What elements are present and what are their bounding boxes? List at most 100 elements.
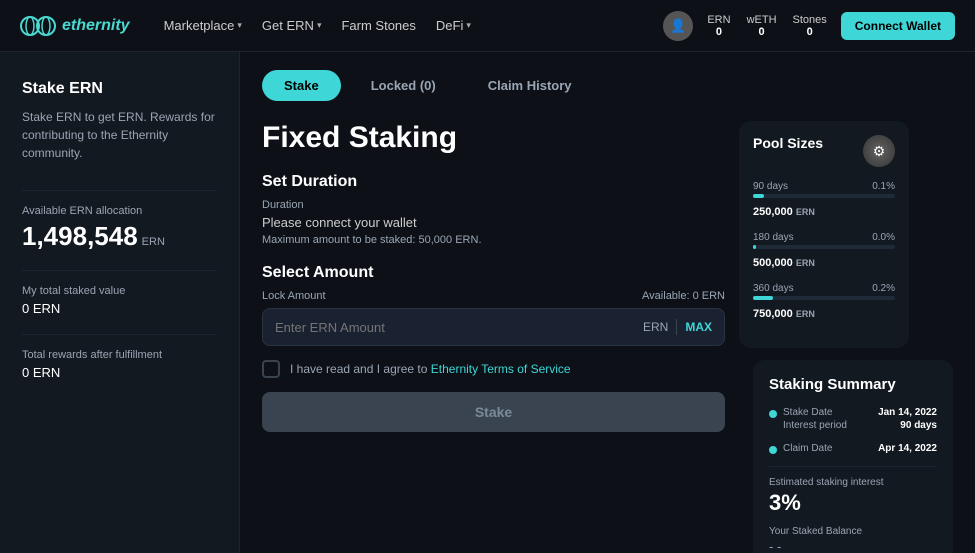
pool-item-360: 360 days 0.2% 750,000 ERN <box>753 283 895 322</box>
logo-text: ethernity <box>62 17 130 35</box>
claim-date-value: Apr 14, 2022 <box>878 443 937 454</box>
set-duration-section: Set Duration Duration Please connect you… <box>262 173 725 246</box>
vertical-divider <box>676 319 677 335</box>
claim-date-label: Claim Date <box>783 443 832 454</box>
summary-divider <box>769 466 937 467</box>
rewards-section: Total rewards after fulfillment 0 ERN <box>22 349 217 380</box>
allocation-unit: ERN <box>142 236 165 248</box>
nav-tokens: ERN 0 wETH 0 Stones 0 <box>707 14 826 38</box>
available-label: Available: 0 ERN <box>642 290 725 302</box>
duration-hint: Maximum amount to be staked: 50,000 ERN. <box>262 234 725 246</box>
pool-bar-bg-360 <box>753 296 895 300</box>
weth-token: wETH 0 <box>747 14 777 38</box>
connect-wallet-button[interactable]: Connect Wallet <box>841 12 955 40</box>
chevron-down-icon: ▾ <box>237 20 242 31</box>
nav-links: Marketplace ▾ Get ERN ▾ Farm Stones DeFi… <box>164 18 640 33</box>
stake-date-item: Stake Date Jan 14, 2022 Interest period … <box>769 407 937 433</box>
claim-date-item: Claim Date Apr 14, 2022 <box>769 443 937 456</box>
stones-token: Stones 0 <box>793 14 827 38</box>
staking-summary-panel: Staking Summary Stake Date Jan 14, 2022 … <box>753 360 953 553</box>
allocation-value: 1,498,548 <box>22 221 138 252</box>
navbar: ethernity Marketplace ▾ Get ERN ▾ Farm S… <box>0 0 975 52</box>
stake-date-dot <box>769 410 777 418</box>
divider <box>22 190 217 191</box>
rewards-label: Total rewards after fulfillment <box>22 349 217 361</box>
main-content: Stake Locked (0) Claim History Fixed Sta… <box>240 52 975 553</box>
pool-bar-bg-90 <box>753 194 895 198</box>
tab-stake[interactable]: Stake <box>262 70 341 101</box>
avatar[interactable]: 👤 <box>663 11 693 41</box>
pool-header: Pool Sizes ⚙ <box>753 135 895 167</box>
staked-section: My total staked value 0 ERN <box>22 285 217 316</box>
summary-title: Staking Summary <box>769 376 937 393</box>
nav-get-ern[interactable]: Get ERN ▾ <box>262 18 322 33</box>
terms-row: I have read and I agree to Ethernity Ter… <box>262 360 725 378</box>
staking-heading: Fixed Staking <box>262 121 725 155</box>
pool-bar-bg-180 <box>753 245 895 249</box>
sidebar-title: Stake ERN <box>22 80 217 98</box>
nav-marketplace[interactable]: Marketplace ▾ <box>164 18 242 33</box>
staking-body: Fixed Staking Set Duration Duration Plea… <box>262 121 953 553</box>
estimated-value: 3% <box>769 490 937 516</box>
duration-placeholder: Please connect your wallet <box>262 215 725 230</box>
pool-icon: ⚙ <box>863 135 895 167</box>
tab-claim-history[interactable]: Claim History <box>466 70 594 101</box>
balance-value: - - <box>769 539 937 553</box>
pool-item-90: 90 days 0.1% 250,000 ERN <box>753 181 895 220</box>
sidebar-description: Stake ERN to get ERN. Rewards for contri… <box>22 108 217 162</box>
rewards-value: 0 ERN <box>22 365 217 380</box>
nav-right: 👤 ERN 0 wETH 0 Stones 0 Connect Wallet <box>663 11 955 41</box>
pool-bar-fill-90 <box>753 194 764 198</box>
interest-period-value: 90 days <box>900 420 937 431</box>
amount-header: Lock Amount Available: 0 ERN <box>262 290 725 302</box>
terms-link[interactable]: Ethernity Terms of Service <box>431 362 571 376</box>
pool-amount-180: 500,000 ERN <box>753 257 815 269</box>
divider <box>22 270 217 271</box>
pool-amount-90: 250,000 ERN <box>753 206 815 218</box>
select-amount-title: Select Amount <box>262 264 725 282</box>
ern-label: ERN <box>643 320 668 334</box>
select-amount-section: Select Amount Lock Amount Available: 0 E… <box>262 264 725 346</box>
page-layout: Stake ERN Stake ERN to get ERN. Rewards … <box>0 52 975 553</box>
estimated-label: Estimated staking interest <box>769 477 937 488</box>
divider <box>22 334 217 335</box>
staked-value: 0 ERN <box>22 301 217 316</box>
pool-title: Pool Sizes <box>753 135 823 151</box>
stake-date-value: Jan 14, 2022 <box>878 407 937 418</box>
logo: ethernity <box>20 16 130 36</box>
duration-label: Duration <box>262 199 725 211</box>
tabs: Stake Locked (0) Claim History <box>262 70 953 101</box>
pool-amount-360: 750,000 ERN <box>753 308 815 320</box>
pool-days-360: 360 days 0.2% <box>753 283 895 294</box>
interest-period-label: Interest period <box>783 420 847 431</box>
pool-item-180: 180 days 0.0% 500,000 ERN <box>753 232 895 271</box>
pool-bar-fill-180 <box>753 245 756 249</box>
terms-text: I have read and I agree to Ethernity Ter… <box>290 362 571 376</box>
pool-days-90: 90 days 0.1% <box>753 181 895 192</box>
amount-input-row: ERN MAX <box>262 308 725 346</box>
balance-label: Your Staked Balance <box>769 526 937 537</box>
chevron-down-icon: ▾ <box>317 20 322 31</box>
stake-submit-button[interactable]: Stake <box>262 392 725 432</box>
tab-locked[interactable]: Locked (0) <box>349 70 458 101</box>
pool-days-180: 180 days 0.0% <box>753 232 895 243</box>
pool-card: Pool Sizes ⚙ 90 days 0.1% 250,000 <box>739 121 909 348</box>
ern-amount-input[interactable] <box>275 320 643 335</box>
allocation-section: Available ERN allocation 1,498,548 ERN <box>22 205 217 252</box>
allocation-label: Available ERN allocation <box>22 205 217 217</box>
stake-date-label: Stake Date <box>783 407 832 418</box>
ern-token: ERN 0 <box>707 14 730 38</box>
nav-farm-stones[interactable]: Farm Stones <box>341 18 415 33</box>
claim-date-dot <box>769 446 777 454</box>
lock-amount-label: Lock Amount <box>262 290 326 302</box>
staking-form: Fixed Staking Set Duration Duration Plea… <box>262 121 725 553</box>
set-duration-title: Set Duration <box>262 173 725 191</box>
pool-bar-fill-360 <box>753 296 773 300</box>
right-panels: Pool Sizes ⚙ 90 days 0.1% 250,000 <box>739 121 953 553</box>
nav-defi[interactable]: DeFi ▾ <box>436 18 471 33</box>
sidebar: Stake ERN Stake ERN to get ERN. Rewards … <box>0 52 240 553</box>
chevron-down-icon: ▾ <box>466 20 471 31</box>
terms-checkbox[interactable] <box>262 360 280 378</box>
staked-label: My total staked value <box>22 285 217 297</box>
max-button[interactable]: MAX <box>685 320 712 334</box>
